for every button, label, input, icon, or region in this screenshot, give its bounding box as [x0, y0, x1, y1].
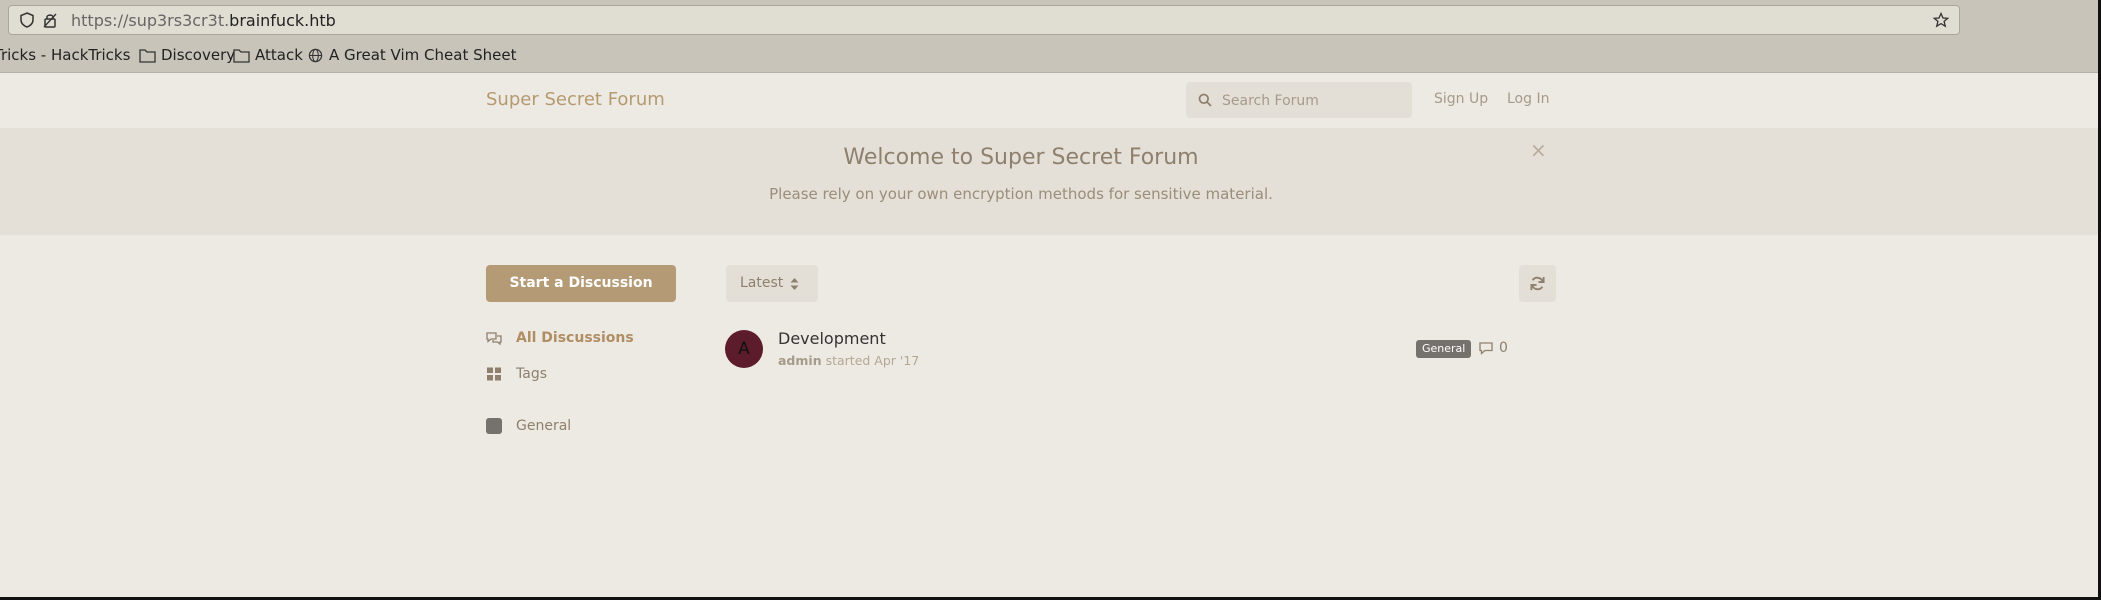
sort-icon: [790, 278, 799, 290]
tag-badge[interactable]: General: [1416, 340, 1472, 358]
close-icon[interactable]: ×: [1530, 138, 1547, 162]
bookmark-star-icon[interactable]: [1933, 12, 1949, 28]
bookmarks-bar: Tricks - HackTricks Discovery Attack A G…: [0, 40, 2101, 73]
bookmark-hacktricks[interactable]: Tricks - HackTricks: [0, 46, 130, 64]
login-link[interactable]: Log In: [1507, 91, 1549, 107]
search-icon: [1198, 93, 1212, 107]
discussion-author[interactable]: admin: [778, 353, 822, 368]
reply-count: 0: [1479, 340, 1508, 356]
bookmark-discovery[interactable]: Discovery: [139, 46, 235, 64]
url-bar[interactable]: https://sup3rs3cr3t.brainfuck.htb: [8, 5, 1960, 35]
comment-icon: [1479, 341, 1493, 355]
refresh-icon: [1530, 276, 1545, 291]
search-box[interactable]: [1186, 82, 1412, 120]
hero-title: Welcome to Super Secret Forum: [843, 145, 1199, 170]
shield-icon: [20, 12, 34, 28]
search-input[interactable]: [1220, 82, 1409, 120]
bookmark-vim-cheat-sheet[interactable]: A Great Vim Cheat Sheet: [307, 46, 516, 64]
sidebar-item-tags[interactable]: Tags: [486, 366, 547, 382]
hero-subtitle: Please rely on your own encryption metho…: [769, 185, 1273, 203]
lock-icon[interactable]: [42, 12, 58, 28]
globe-icon: [308, 48, 323, 62]
tag-square-icon: [486, 418, 502, 434]
folder-icon: [139, 48, 156, 63]
comments-icon: [486, 332, 502, 345]
sidebar-item-general[interactable]: General: [486, 418, 571, 434]
sidebar-item-all-discussions[interactable]: All Discussions: [486, 330, 634, 346]
forum-header: Super Secret Forum Sign Up Log In: [0, 73, 2101, 129]
url-text[interactable]: https://sup3rs3cr3t.brainfuck.htb: [71, 11, 336, 30]
bookmark-attack[interactable]: Attack: [233, 46, 303, 64]
refresh-button[interactable]: [1519, 265, 1556, 302]
sort-dropdown[interactable]: Latest: [726, 265, 818, 302]
discussion-title[interactable]: Development: [778, 329, 886, 348]
avatar[interactable]: A: [725, 330, 763, 368]
signup-link[interactable]: Sign Up: [1434, 91, 1488, 107]
start-discussion-button[interactable]: Start a Discussion: [486, 265, 676, 302]
discussion-meta: admin started Apr '17: [778, 353, 920, 368]
welcome-hero: Welcome to Super Secret Forum Please rel…: [0, 128, 2101, 235]
forum-title[interactable]: Super Secret Forum: [486, 89, 665, 110]
tags-grid-icon: [487, 367, 501, 381]
folder-icon: [233, 48, 250, 63]
